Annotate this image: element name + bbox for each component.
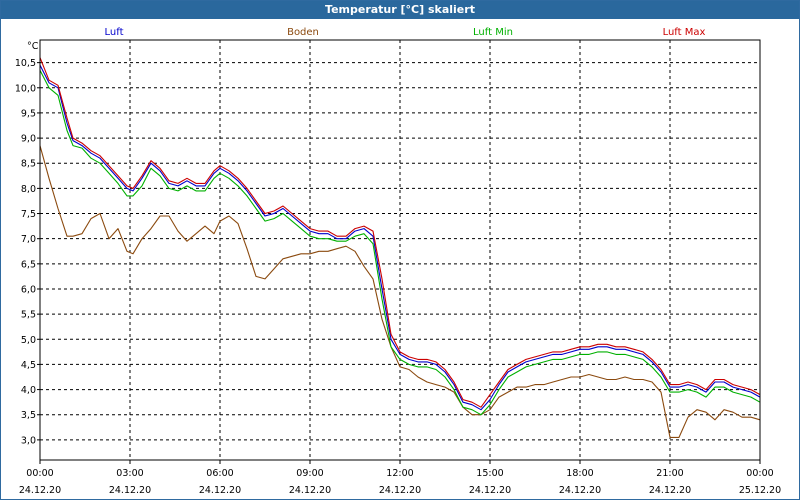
x-tick-time-label: 06:00 xyxy=(206,468,233,479)
y-tick-label: 4,5 xyxy=(21,360,36,371)
y-tick-label: 5,0 xyxy=(21,335,36,346)
x-tick-time-label: 09:00 xyxy=(296,468,323,479)
x-tick-time-label: 00:00 xyxy=(746,468,773,479)
x-tick-date-label: 24.12.20 xyxy=(19,485,61,496)
legend-entry-luft-max: Luft Max xyxy=(663,27,706,38)
y-tick-label: 7,0 xyxy=(21,234,36,245)
y-tick-label: 7,5 xyxy=(21,209,36,220)
y-tick-label: 9,5 xyxy=(21,108,36,119)
y-tick-label: 8,5 xyxy=(21,159,36,170)
x-tick-date-label: 24.12.20 xyxy=(469,485,511,496)
x-tick-time-label: 03:00 xyxy=(116,468,143,479)
series-line-luft-min xyxy=(39,69,761,416)
y-tick-label: 5,5 xyxy=(21,310,36,321)
y-tick-label: 9,0 xyxy=(21,134,36,145)
legend-entry-luft-min: Luft Min xyxy=(473,27,513,38)
x-tick-date-label: 24.12.20 xyxy=(289,485,331,496)
x-tick-time-label: 18:00 xyxy=(566,468,593,479)
x-axis-ticks: 00:00 24.12.20 03:00 24.12.20 06:00 24.12.20 0… xyxy=(19,460,781,496)
y-tick-label: 8,0 xyxy=(21,184,36,195)
legend-entry-boden: Boden xyxy=(287,27,319,38)
y-axis-unit-label: °C xyxy=(27,41,39,52)
y-tick-label: 6,5 xyxy=(21,259,36,270)
y-tick-label: 10,5 xyxy=(15,58,36,69)
x-tick-date-label: 25.12.20 xyxy=(739,485,781,496)
y-tick-label: 3,5 xyxy=(21,410,36,421)
legend-entry-luft: Luft xyxy=(105,27,124,38)
grid xyxy=(40,40,760,460)
legend: Luft Boden Luft Min Luft Max xyxy=(105,27,706,38)
x-tick-date-label: 24.12.20 xyxy=(109,485,151,496)
chart-window: Temperatur [°C] skaliert Luft Boden Luft M… xyxy=(0,0,800,500)
chart-canvas: Luft Boden Luft Min Luft Max 3,0 3,5 4,0 4,5 5,… xyxy=(15,27,781,496)
x-tick-time-label: 21:00 xyxy=(656,468,683,479)
y-tick-label: 10,0 xyxy=(15,83,36,94)
y-axis-ticks: 3,0 3,5 4,0 4,5 5,0 5,5 6,0 6,5 7,0 7,5 8,0 8,5 9,0 9… xyxy=(15,41,40,446)
x-tick-time-label: 15:00 xyxy=(476,468,503,479)
x-tick-date-label: 24.12.20 xyxy=(379,485,421,496)
x-tick-time-label: 00:00 xyxy=(26,468,53,479)
x-tick-date-label: 24.12.20 xyxy=(559,485,601,496)
x-tick-date-label: 24.12.20 xyxy=(649,485,691,496)
x-tick-time-label: 12:00 xyxy=(386,468,413,479)
y-tick-label: 3,0 xyxy=(21,435,36,446)
x-tick-date-label: 24.12.20 xyxy=(199,485,241,496)
series-line-boden xyxy=(39,145,761,438)
y-tick-label: 6,0 xyxy=(21,284,36,295)
y-tick-label: 4,0 xyxy=(21,385,36,396)
